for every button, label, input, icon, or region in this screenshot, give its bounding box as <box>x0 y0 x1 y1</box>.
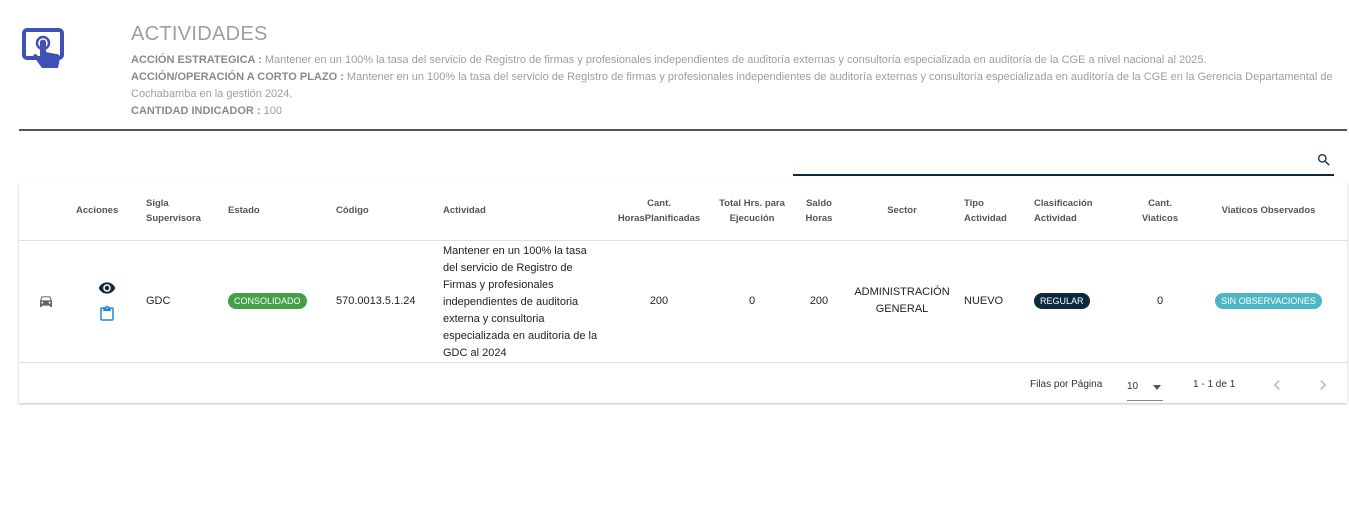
eye-icon[interactable] <box>98 279 116 297</box>
row-icon-cell <box>19 240 72 363</box>
table-footer: Filas por Página 10 1 - 1 de 1 <box>19 363 1347 407</box>
rows-per-page-value: 10 <box>1127 380 1139 392</box>
row-sigla: GDC <box>142 240 224 363</box>
header-codigo[interactable]: Código <box>332 182 439 241</box>
header-viaticos-obs[interactable]: Viaticos Observados <box>1190 182 1347 241</box>
car-icon[interactable] <box>38 293 54 309</box>
accion-corto-plazo-label: ACCIÓN/OPERACIÓN A CORTO PLAZO : <box>131 71 344 83</box>
clipboard-icon[interactable] <box>98 305 116 323</box>
accion-estrategica-label: ACCIÓN ESTRATEGICA : <box>131 54 262 66</box>
cantidad-label: CANTIDAD INDICADOR : <box>131 105 261 117</box>
clasificacion-badge: REGULAR <box>1034 293 1090 309</box>
row-viaticos: 0 <box>1130 240 1190 363</box>
row-actividad: Mantener en un 100% la tasa del servicio… <box>439 240 608 363</box>
header-text: ACTIVIDADES ACCIÓN ESTRATEGICA : Mantene… <box>131 22 1347 120</box>
header-blank <box>19 182 72 241</box>
row-saldo: 200 <box>794 240 844 363</box>
search-input[interactable] <box>793 145 1303 174</box>
chevron-right-icon[interactable] <box>1313 375 1333 395</box>
row-codigo: 570.0013.5.1.24 <box>332 240 439 363</box>
header-tipo[interactable]: Tipo Actividad <box>960 182 1030 241</box>
activities-table-card: Acciones Sigla Supervisora Estado Código… <box>19 182 1347 403</box>
row-cant-horas: 200 <box>608 240 710 363</box>
cantidad-indicador: CANTIDAD INDICADOR : 100 <box>131 103 1347 120</box>
header-cant-horas[interactable]: Cant. HorasPlanificadas <box>608 182 710 241</box>
header-clasificacion[interactable]: Clasificación Actividad <box>1030 182 1130 241</box>
header-viaticos[interactable]: Cant. Viaticos <box>1130 182 1190 241</box>
table-row: GDC CONSOLIDADO 570.0013.5.1.24 Mantener… <box>19 240 1347 363</box>
search-field <box>793 145 1334 176</box>
search-icon[interactable] <box>1316 152 1332 168</box>
row-estado-cell: CONSOLIDADO <box>224 240 332 363</box>
cantidad-value: 100 <box>260 105 282 117</box>
table-header-row: Acciones Sigla Supervisora Estado Código… <box>19 182 1347 241</box>
row-tipo: NUEVO <box>960 240 1030 363</box>
rows-per-page-select[interactable]: 10 <box>1127 375 1163 401</box>
header-estado[interactable]: Estado <box>224 182 332 241</box>
accion-estrategica-value: Mantener en un 100% la tasa del servicio… <box>261 54 1207 66</box>
activities-table: Acciones Sigla Supervisora Estado Código… <box>19 182 1347 363</box>
header-saldo[interactable]: Saldo Horas <box>794 182 844 241</box>
header-acciones[interactable]: Acciones <box>72 182 142 241</box>
header-sigla[interactable]: Sigla Supervisora <box>142 182 224 241</box>
activities-header: ACTIVIDADES ACCIÓN ESTRATEGICA : Mantene… <box>19 0 1347 131</box>
row-clasificacion-cell: REGULAR <box>1030 240 1130 363</box>
accion-corto-plazo: ACCIÓN/OPERACIÓN A CORTO PLAZO : Mantene… <box>131 69 1347 103</box>
header-sector[interactable]: Sector <box>844 182 960 241</box>
viaticos-obs-badge: SIN OBSERVACIONES <box>1215 293 1322 309</box>
pagination-range: 1 - 1 de 1 <box>1193 378 1236 390</box>
page-title: ACTIVIDADES <box>131 23 268 45</box>
accion-estrategica: ACCIÓN ESTRATEGICA : Mantener en un 100%… <box>131 52 1347 69</box>
row-total-hrs: 0 <box>710 240 794 363</box>
row-actions <box>72 240 142 363</box>
chevron-left-icon[interactable] <box>1267 375 1287 395</box>
status-badge: CONSOLIDADO <box>228 293 307 309</box>
row-viaticos-obs-cell: SIN OBSERVACIONES <box>1190 240 1347 363</box>
chevron-down-icon <box>1153 384 1161 390</box>
rows-per-page-label: Filas por Página <box>1030 378 1103 390</box>
touch-screen-icon <box>22 28 64 68</box>
header-total-hrs[interactable]: Total Hrs. para Ejecución <box>710 182 794 241</box>
row-sector: ADMINISTRACIÓN GENERAL <box>844 240 960 363</box>
page: ACTIVIDADES ACCIÓN ESTRATEGICA : Mantene… <box>0 0 1349 508</box>
header-actividad[interactable]: Actividad <box>439 182 608 241</box>
